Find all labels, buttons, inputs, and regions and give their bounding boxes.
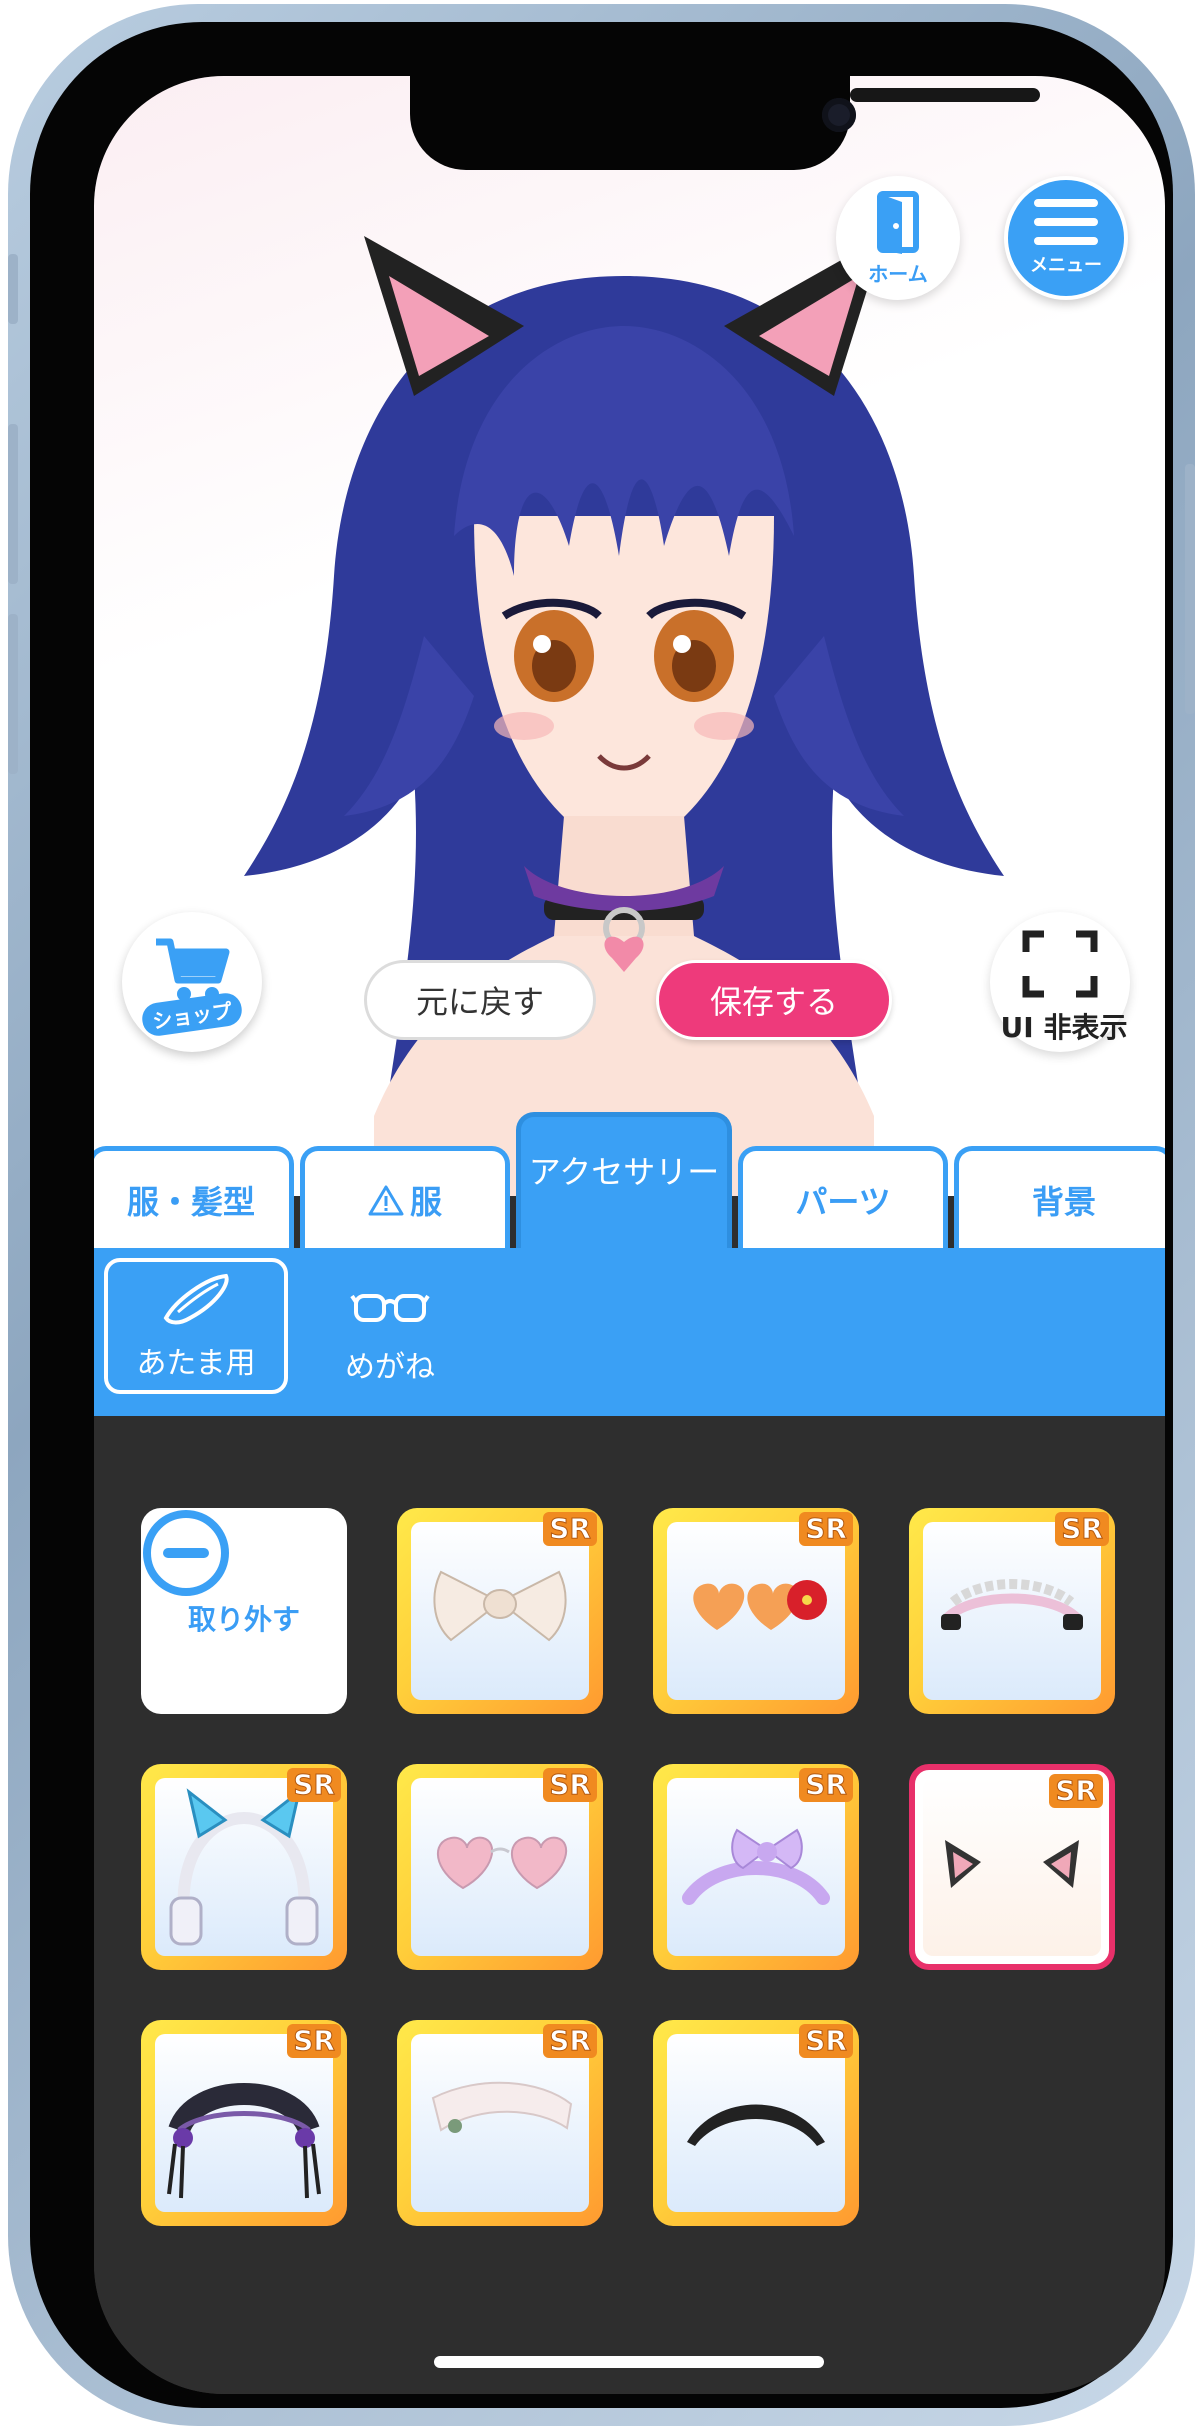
phone-frame: ホーム メニュー ショップ UI 非表示 元に戻す 保存する 服・髪型 服 アク…: [8, 4, 1195, 2426]
tab-clothes[interactable]: 服: [300, 1146, 510, 1248]
minus-circle-icon: [143, 1510, 229, 1596]
remove-accessory-button[interactable]: 取り外す: [141, 1508, 347, 1714]
remove-label: 取り外す: [187, 1603, 300, 1636]
app-screen: ホーム メニュー ショップ UI 非表示 元に戻す 保存する 服・髪型 服 アク…: [94, 76, 1165, 2394]
black-hairband-icon: [687, 2104, 825, 2146]
gothic-headdress-icon: [167, 2083, 321, 2199]
rarity-badge: SR: [799, 2024, 853, 2058]
camera-notch: [410, 76, 1040, 170]
item-heart-sunglasses[interactable]: SR: [653, 1508, 859, 1714]
tab-outfit-hair[interactable]: 服・髪型: [94, 1146, 294, 1248]
tab-label: パーツ: [795, 1182, 891, 1221]
tab-parts[interactable]: パーツ: [738, 1146, 948, 1248]
menu-button[interactable]: メニュー: [1004, 176, 1128, 300]
volume-up-button: [8, 424, 18, 584]
glasses-icon: [350, 1294, 430, 1322]
home-indicator[interactable]: [434, 2356, 824, 2368]
rarity-badge: SR: [287, 2024, 341, 2058]
phone-bezel: ホーム メニュー ショップ UI 非表示 元に戻す 保存する 服・髪型 服 アク…: [30, 22, 1173, 2408]
hamburger-icon: [1034, 199, 1098, 245]
heart-sunglasses-flower-icon: [693, 1580, 827, 1630]
item-heart-glasses[interactable]: SR: [397, 1764, 603, 1970]
volume-down-button: [8, 614, 18, 774]
subcategory-label: あたま用: [136, 1346, 256, 1381]
warning-icon: [368, 1185, 404, 1215]
shop-button[interactable]: ショップ: [122, 912, 262, 1052]
lavender-ribbon-headband-icon: [682, 1828, 830, 1905]
tab-background[interactable]: 背景: [954, 1146, 1165, 1248]
item-gothic-headdress[interactable]: SR: [141, 2020, 347, 2226]
avatar-character: [244, 236, 1004, 1196]
save-button[interactable]: 保存する: [656, 960, 892, 1040]
tab-label: アクセサリー: [528, 1153, 720, 1191]
tab-accessories[interactable]: アクセサリー: [516, 1112, 732, 1248]
subcategory-glasses[interactable]: めがね: [298, 1258, 482, 1394]
item-thumbnail: [155, 1778, 333, 1956]
item-thumbnail: [667, 1522, 845, 1700]
silent-switch: [8, 254, 18, 324]
item-lavender-ribbon[interactable]: SR: [653, 1764, 859, 1970]
item-cat-ears[interactable]: SR: [909, 1764, 1115, 1970]
item-white-headband[interactable]: SR: [397, 2020, 603, 2226]
item-white-bow[interactable]: SR: [397, 1508, 603, 1714]
item-grid: 取り外す SR SR SR SR SR SR SR SR SR SR: [94, 1416, 1165, 2394]
rarity-badge: SR: [543, 1512, 597, 1546]
rarity-badge: SR: [799, 1512, 853, 1546]
white-bow-icon: [433, 1570, 567, 1642]
rarity-badge: SR: [287, 1768, 341, 1802]
earpiece-speaker: [850, 88, 1040, 102]
item-thumbnail: [411, 2034, 589, 2212]
item-thumbnail: [411, 1522, 589, 1700]
item-maid-headband[interactable]: SR: [909, 1508, 1115, 1714]
ui-hide-label: UI 非表示: [1000, 1011, 1128, 1044]
fullscreen-icon: [1022, 930, 1098, 998]
rarity-badge: SR: [543, 2024, 597, 2058]
item-thumbnail: [155, 2034, 333, 2212]
rarity-badge: SR: [1055, 1512, 1109, 1546]
item-thumbnail: [667, 2034, 845, 2212]
white-headband-icon: [431, 2081, 573, 2133]
front-camera: [822, 98, 856, 132]
subcategory-head[interactable]: あたま用: [104, 1258, 288, 1394]
power-button: [1185, 464, 1195, 714]
subcategory-bar: あたま用 めがね: [94, 1248, 1165, 1416]
item-black-hairband[interactable]: SR: [653, 2020, 859, 2226]
item-thumbnail: [411, 1778, 589, 1956]
home-button-label: ホーム: [868, 261, 928, 286]
tab-label: 服: [409, 1182, 442, 1221]
rarity-badge: SR: [1049, 1774, 1103, 1808]
undo-button[interactable]: 元に戻す: [364, 960, 596, 1040]
tab-label: 服・髪型: [126, 1182, 255, 1221]
item-thumbnail: [667, 1778, 845, 1956]
heart-glasses-icon: [436, 1836, 568, 1890]
tab-label: 背景: [1031, 1182, 1096, 1221]
subcategory-label: めがね: [345, 1350, 435, 1385]
menu-button-label: メニュー: [1030, 255, 1102, 276]
category-tabs: 服・髪型 服 アクセサリー パーツ 背景: [94, 1106, 1165, 1248]
hairpin-icon: [163, 1273, 229, 1325]
item-thumbnail: [923, 1522, 1101, 1700]
home-button[interactable]: ホーム: [836, 176, 960, 300]
door-icon: [877, 190, 919, 254]
item-cat-ear-headphones[interactable]: SR: [141, 1764, 347, 1970]
maid-headband-icon: [941, 1579, 1083, 1630]
rarity-badge: SR: [799, 1768, 853, 1802]
cat-ear-headphones-icon: [169, 1788, 319, 1946]
rarity-badge: SR: [543, 1768, 597, 1802]
